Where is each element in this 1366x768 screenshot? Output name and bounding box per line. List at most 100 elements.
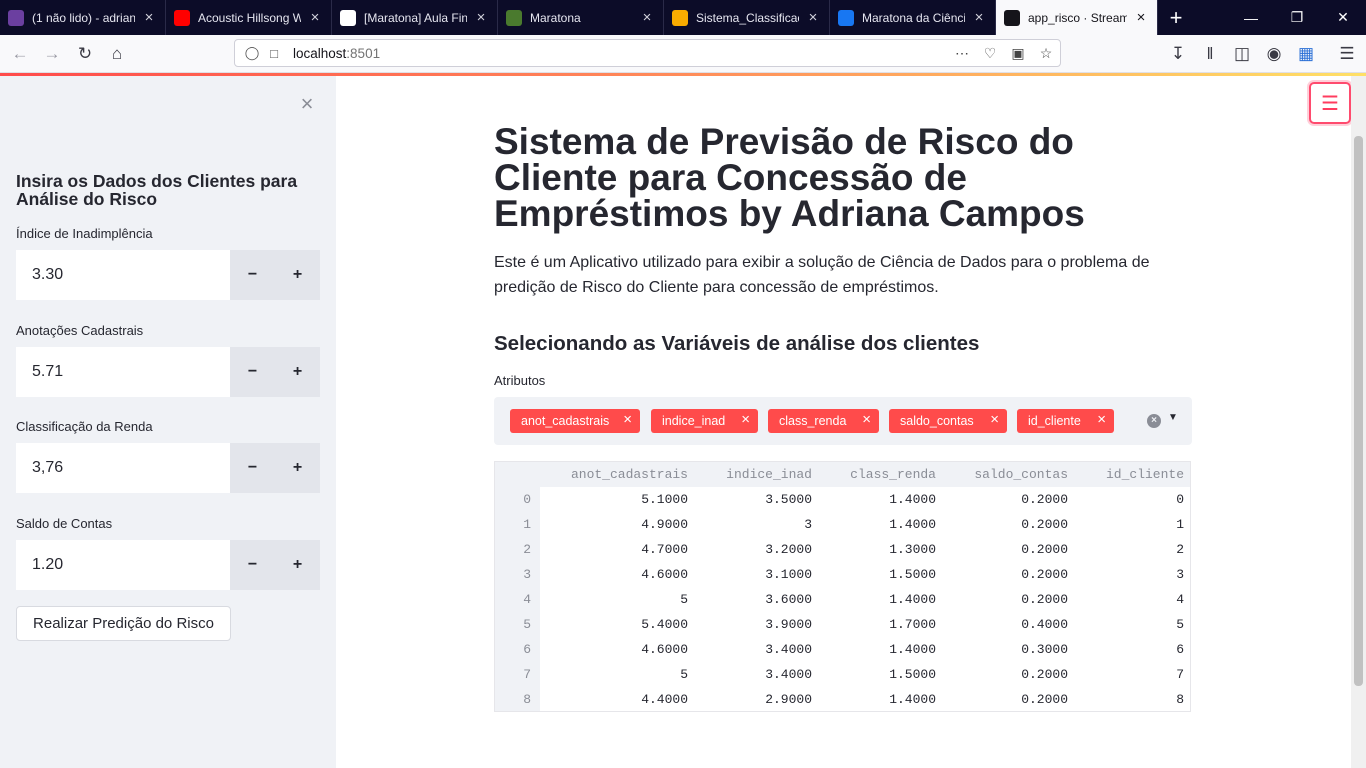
- table-cell[interactable]: 1.4000: [816, 687, 936, 712]
- table-cell[interactable]: 2: [1064, 537, 1184, 562]
- table-cell[interactable]: 0.2000: [948, 662, 1068, 687]
- column-header[interactable]: indice_inad: [692, 462, 812, 487]
- scrollbar-thumb[interactable]: [1354, 136, 1363, 686]
- table-cell[interactable]: 1.4000: [816, 512, 936, 537]
- bookmark-star-icon[interactable]: ☆: [1032, 45, 1060, 62]
- table-cell[interactable]: 1.5000: [816, 662, 936, 687]
- library-icon[interactable]: ‖: [1196, 40, 1224, 68]
- table-cell[interactable]: 5.1000: [568, 487, 688, 512]
- selected-attribute-chip[interactable]: saldo_contas ×: [889, 409, 1007, 433]
- selected-attribute-chip[interactable]: indice_inad ×: [651, 409, 758, 433]
- table-cell[interactable]: 4: [1064, 587, 1184, 612]
- download-icon[interactable]: ↧: [1164, 40, 1192, 68]
- table-cell[interactable]: 1.4000: [816, 487, 936, 512]
- page-actions-icon[interactable]: ⋯: [948, 45, 976, 62]
- table-cell[interactable]: 1.4000: [816, 637, 936, 662]
- table-cell[interactable]: 4.9000: [568, 512, 688, 537]
- table-cell[interactable]: 3.1000: [692, 562, 812, 587]
- table-cell[interactable]: 3.4000: [692, 662, 812, 687]
- data-table[interactable]: anot_cadastrais indice_inad class_renda sal…: [494, 461, 1191, 712]
- table-cell[interactable]: 6: [1064, 637, 1184, 662]
- close-tab-icon[interactable]: ×: [805, 9, 821, 26]
- home-icon[interactable]: ⌂: [103, 40, 131, 68]
- table-cell[interactable]: 0.2000: [948, 537, 1068, 562]
- browser-tab[interactable]: Acoustic Hillsong W ×: [166, 0, 332, 35]
- table-cell[interactable]: 4.7000: [568, 537, 688, 562]
- new-tab-button[interactable]: +: [1158, 0, 1194, 35]
- close-tab-icon[interactable]: ×: [971, 9, 987, 26]
- browser-tab[interactable]: (1 não lido) - adriana ×: [0, 0, 166, 35]
- clear-all-icon[interactable]: ×: [1147, 414, 1161, 428]
- account-icon[interactable]: ◉: [1260, 40, 1288, 68]
- browser-tab[interactable]: Sistema_Classificaç ×: [664, 0, 830, 35]
- attributes-multiselect[interactable]: × ▼ anot_cadastrais × indice_inad × class_re…: [494, 397, 1192, 445]
- number-input-value[interactable]: 3.30: [16, 250, 230, 300]
- decrement-button[interactable]: −: [230, 540, 275, 590]
- increment-button[interactable]: +: [275, 540, 320, 590]
- pocket-icon[interactable]: ♡: [976, 45, 1004, 62]
- vertical-scrollbar[interactable]: [1351, 76, 1366, 768]
- table-cell[interactable]: 0.2000: [948, 487, 1068, 512]
- table-cell[interactable]: 3.9000: [692, 612, 812, 637]
- table-cell[interactable]: 1: [1064, 512, 1184, 537]
- table-cell[interactable]: 0: [1064, 487, 1184, 512]
- remove-chip-icon[interactable]: ×: [741, 411, 750, 428]
- table-cell[interactable]: 4.4000: [568, 687, 688, 712]
- table-cell[interactable]: 3: [692, 512, 812, 537]
- selected-attribute-chip[interactable]: anot_cadastrais ×: [510, 409, 640, 433]
- number-input-value[interactable]: 3,76: [16, 443, 230, 493]
- column-header[interactable]: saldo_contas: [948, 462, 1068, 487]
- table-cell[interactable]: 5: [568, 587, 688, 612]
- table-cell[interactable]: 5: [568, 662, 688, 687]
- table-cell[interactable]: 5.4000: [568, 612, 688, 637]
- remove-chip-icon[interactable]: ×: [623, 411, 632, 428]
- table-cell[interactable]: 3.4000: [692, 637, 812, 662]
- minimize-window-button[interactable]: —: [1228, 0, 1274, 35]
- close-tab-icon[interactable]: ×: [141, 9, 157, 26]
- chevron-down-icon[interactable]: ▼: [1168, 412, 1178, 423]
- table-cell[interactable]: 3.6000: [692, 587, 812, 612]
- number-input-value[interactable]: 1.20: [16, 540, 230, 590]
- table-cell[interactable]: 1.7000: [816, 612, 936, 637]
- table-cell[interactable]: 8: [1064, 687, 1184, 712]
- browser-tab[interactable]: [Maratona] Aula Fin ×: [332, 0, 498, 35]
- decrement-button[interactable]: −: [230, 347, 275, 397]
- increment-button[interactable]: +: [275, 250, 320, 300]
- close-sidebar-icon[interactable]: ×: [297, 93, 317, 115]
- table-cell[interactable]: 4.6000: [568, 637, 688, 662]
- browser-tab[interactable]: Maratona ×: [498, 0, 664, 35]
- table-cell[interactable]: 3.5000: [692, 487, 812, 512]
- table-cell[interactable]: 1.4000: [816, 587, 936, 612]
- column-header[interactable]: class_renda: [816, 462, 936, 487]
- close-window-button[interactable]: ✕: [1320, 0, 1366, 35]
- number-input-value[interactable]: 5.71: [16, 347, 230, 397]
- column-header[interactable]: anot_cadastrais: [568, 462, 688, 487]
- table-cell[interactable]: 3: [1064, 562, 1184, 587]
- url-text[interactable]: localhost:8501: [293, 46, 948, 61]
- table-cell[interactable]: 0.2000: [948, 562, 1068, 587]
- remove-chip-icon[interactable]: ×: [1097, 411, 1106, 428]
- table-cell[interactable]: 0.3000: [948, 637, 1068, 662]
- increment-button[interactable]: +: [275, 443, 320, 493]
- sidebar-toggle-icon[interactable]: ◫: [1228, 40, 1256, 68]
- hamburger-menu-icon[interactable]: ☰: [1309, 82, 1351, 124]
- browser-tab[interactable]: Maratona da Ciênci ×: [830, 0, 996, 35]
- forward-arrow-icon[interactable]: →: [38, 40, 66, 68]
- translate-icon[interactable]: ▣: [1004, 45, 1032, 62]
- app-menu-icon[interactable]: ☰: [1333, 40, 1361, 68]
- table-cell[interactable]: 0.2000: [948, 512, 1068, 537]
- table-cell[interactable]: 1.3000: [816, 537, 936, 562]
- table-cell[interactable]: 3.2000: [692, 537, 812, 562]
- table-cell[interactable]: 0.2000: [948, 587, 1068, 612]
- page-info-icon[interactable]: □: [263, 46, 285, 61]
- selected-attribute-chip[interactable]: id_cliente ×: [1017, 409, 1114, 433]
- close-tab-icon[interactable]: ×: [639, 9, 655, 26]
- table-cell[interactable]: 0.2000: [948, 687, 1068, 712]
- selected-attribute-chip[interactable]: class_renda ×: [768, 409, 879, 433]
- table-cell[interactable]: 0.4000: [948, 612, 1068, 637]
- close-tab-icon[interactable]: ×: [1133, 9, 1149, 26]
- column-header[interactable]: id_cliente: [1064, 462, 1184, 487]
- predict-risk-button[interactable]: Realizar Predição do Risco: [16, 606, 231, 641]
- remove-chip-icon[interactable]: ×: [990, 411, 999, 428]
- table-cell[interactable]: 1.5000: [816, 562, 936, 587]
